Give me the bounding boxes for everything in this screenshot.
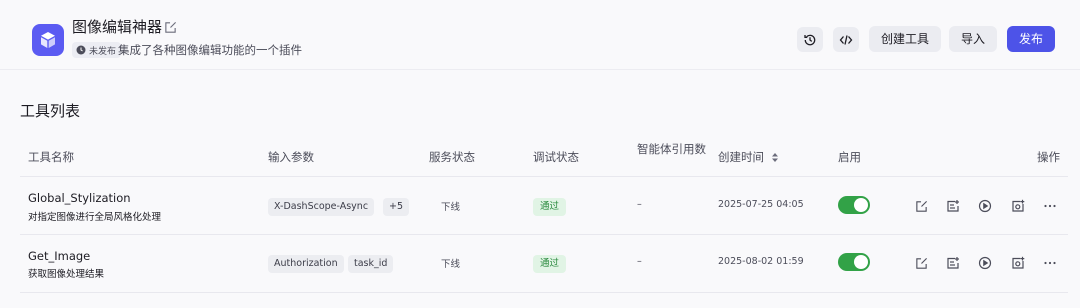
tool-name: Global_Stylization (28, 191, 131, 205)
plugin-cube-icon (32, 24, 64, 56)
more-icon[interactable] (1042, 255, 1058, 271)
plugin-header: 图像编辑神器 未发布 集成了各种图像编辑功能的一个插件 创建工具 导入 发布 (0, 0, 1080, 70)
create-tool-button[interactable]: 创建工具 (869, 26, 942, 52)
row-divider (20, 176, 1068, 177)
param-tag: task_id (348, 255, 394, 273)
service-status: 下线 (441, 259, 461, 270)
status-badge: 未发布 (72, 42, 122, 58)
plugin-description: 集成了各种图像编辑功能的一个插件 (118, 43, 302, 57)
add-list-icon[interactable] (945, 255, 961, 271)
column-header-debug-status: 调试状态 (533, 150, 579, 164)
column-header-created[interactable]: 创建时间 (718, 150, 779, 165)
clock-icon (76, 45, 86, 55)
code-button[interactable] (833, 27, 859, 52)
code-icon (839, 34, 853, 45)
column-header-enabled: 启用 (838, 150, 861, 164)
row-divider (20, 234, 1068, 235)
column-header-created-label: 创建时间 (718, 150, 764, 164)
status-text: 未发布 (89, 46, 117, 57)
column-header-name: 工具名称 (28, 150, 74, 164)
sort-icon[interactable] (771, 152, 779, 163)
publish-button[interactable]: 发布 (1007, 26, 1056, 52)
toggle-knob (854, 198, 868, 212)
tool-description: 获取图像处理结果 (28, 269, 105, 280)
created-time: 2025-08-02 01:59 (718, 256, 804, 267)
more-icon[interactable] (1042, 198, 1058, 214)
param-tag: X-DashScope-Async (268, 198, 375, 216)
play-icon[interactable] (977, 198, 993, 214)
add-list-icon[interactable] (945, 198, 961, 214)
column-header-actions: 操作 (1037, 150, 1060, 164)
column-header-params: 输入参数 (268, 150, 314, 164)
edit-icon[interactable] (913, 198, 929, 214)
screenshot-add-icon[interactable] (1010, 198, 1026, 214)
play-icon[interactable] (977, 255, 993, 271)
agent-ref-count: – (637, 256, 642, 267)
history-icon (804, 34, 816, 45)
param-tag: Authorization (268, 255, 344, 273)
tool-description: 对指定图像进行全局风格化处理 (28, 212, 162, 223)
section-title: 工具列表 (20, 102, 81, 120)
plugin-name: 图像编辑神器 (72, 18, 163, 36)
debug-status-badge: 通过 (533, 198, 567, 216)
column-header-service-status: 服务状态 (429, 150, 475, 164)
tool-name: Get_Image (28, 249, 91, 263)
edit-icon[interactable] (913, 255, 929, 271)
enable-toggle[interactable] (838, 196, 870, 214)
enable-toggle[interactable] (838, 253, 870, 271)
edit-name-icon[interactable] (163, 20, 177, 34)
debug-status-badge: 通过 (533, 255, 567, 273)
screenshot-add-icon[interactable] (1010, 255, 1026, 271)
import-button[interactable]: 导入 (949, 26, 998, 52)
toggle-knob (854, 255, 868, 269)
service-status: 下线 (441, 202, 461, 213)
row-divider (20, 292, 1068, 293)
param-more-tag[interactable]: +5 (383, 198, 410, 216)
history-button[interactable] (797, 27, 823, 52)
created-time: 2025-07-25 04:05 (718, 199, 804, 210)
agent-ref-count: – (637, 199, 642, 210)
column-header-agent-refs: 智能体引用数 (637, 142, 706, 156)
